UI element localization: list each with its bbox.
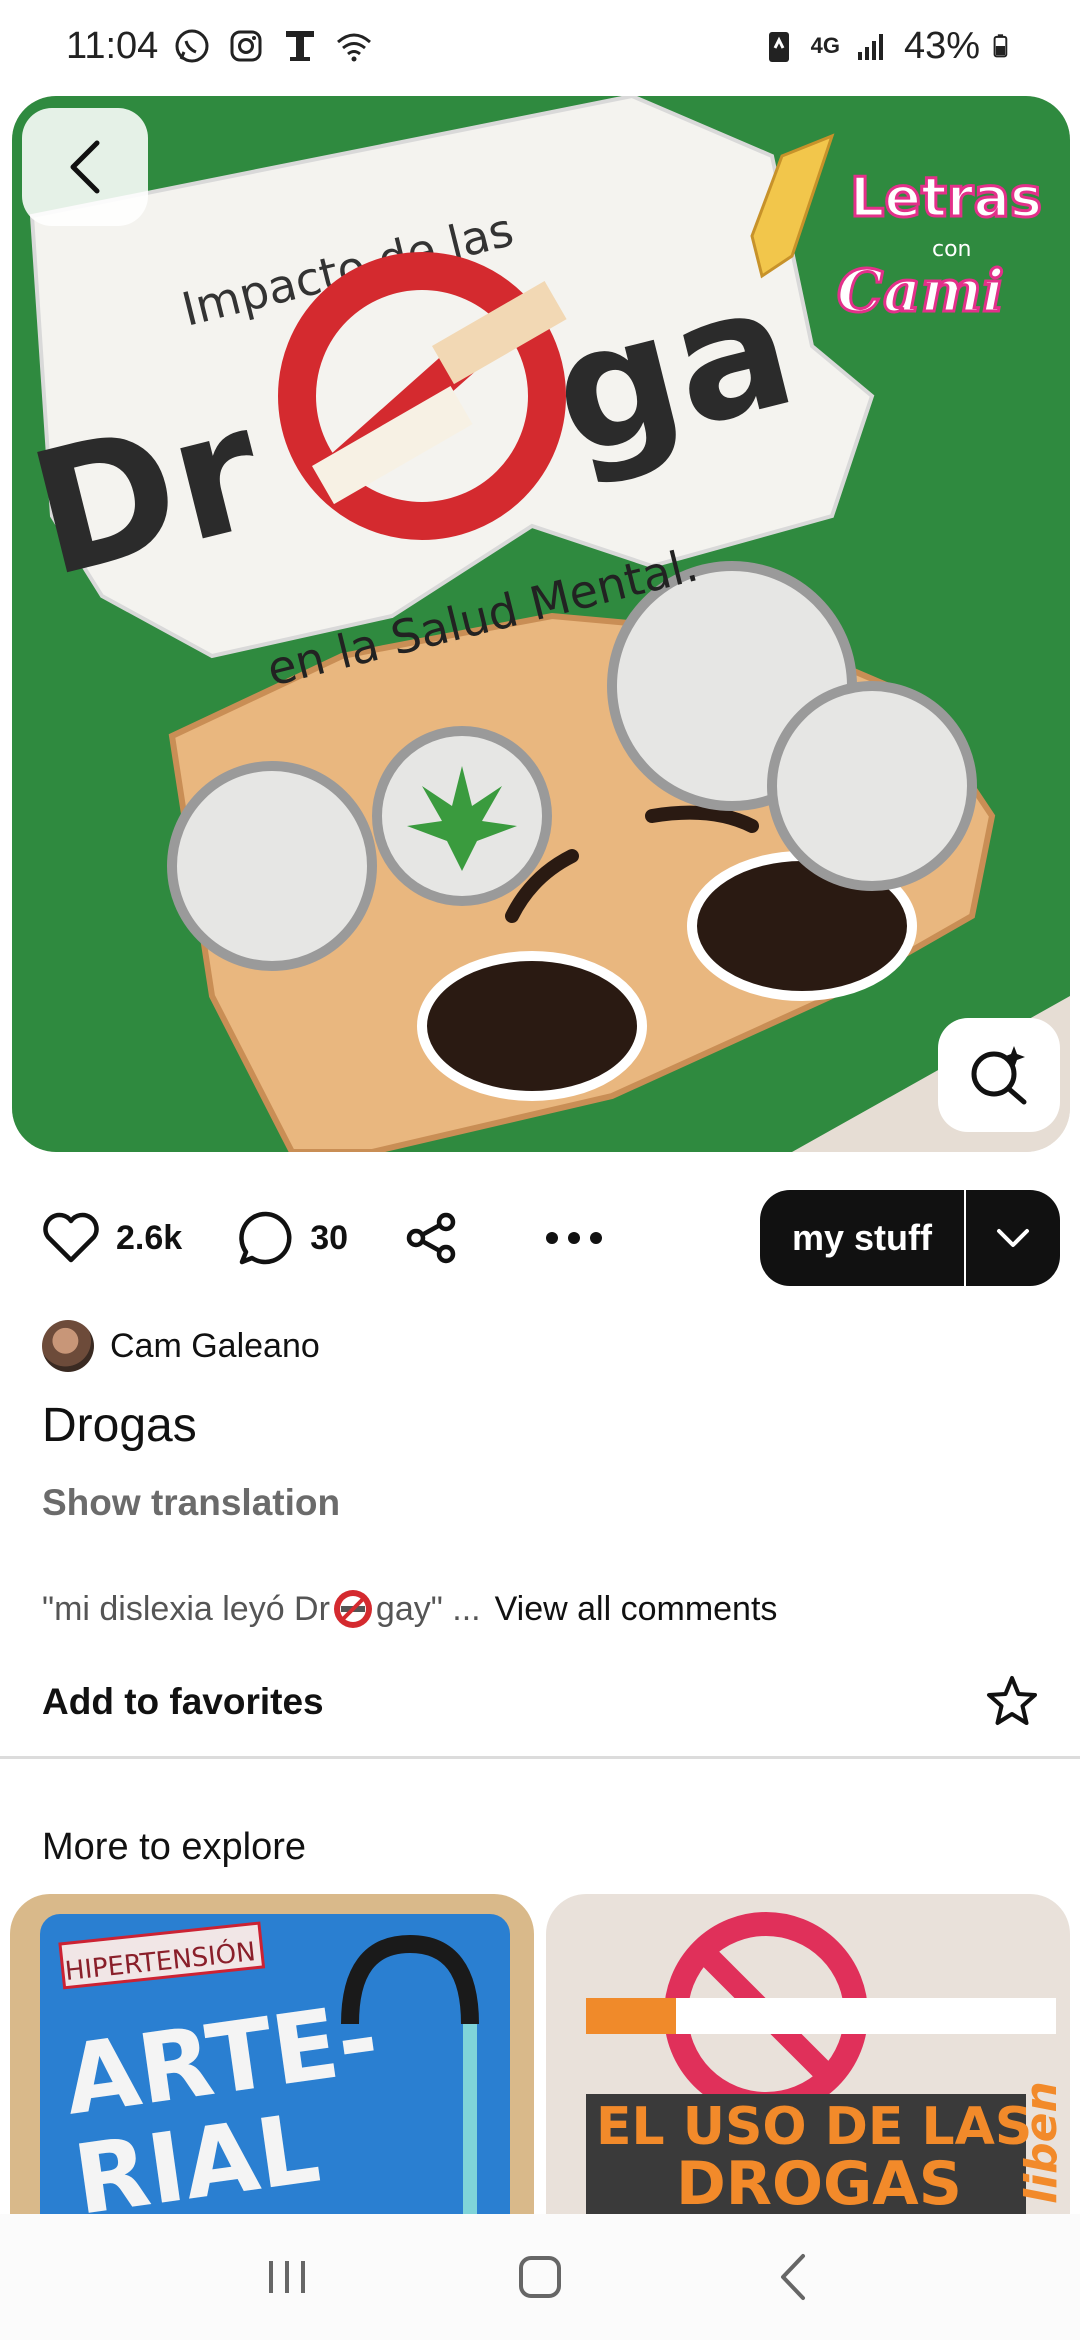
author-row[interactable]: Cam Galeano (42, 1320, 320, 1372)
system-nav-bar (0, 2214, 1080, 2340)
tile-big-text-2: DROGAS (676, 2149, 962, 2214)
explore-pin-tile[interactable]: EL USO DE LAS DROGAS liben (546, 1894, 1070, 2214)
like-count: 2.6k (116, 1218, 183, 1257)
watermark-cami: Cami (837, 257, 1004, 325)
comment-text-end: gay" ... (375, 1589, 481, 1628)
battery-percent: 43% (903, 24, 980, 67)
comment-count: 30 (310, 1218, 349, 1257)
pin-image[interactable]: Impacto de las Dr ga en la Salud Mental.… (12, 96, 1070, 1152)
board-dropdown-button[interactable] (966, 1190, 1060, 1286)
section-divider (0, 1756, 1080, 1759)
battery-icon (993, 34, 1008, 58)
recent-apps-icon (268, 2261, 305, 2293)
back-arrow-icon (781, 2254, 806, 2300)
whatsapp-icon (175, 29, 209, 63)
status-bar: 11:04 4G 43% (0, 0, 1080, 92)
comment-bubble-icon (239, 1211, 292, 1265)
author-name[interactable]: Cam Galeano (110, 1327, 320, 1366)
more-dots-icon (546, 1232, 603, 1244)
save-button-group: my stuff (760, 1190, 1060, 1286)
tile-big-text-1: EL USO DE LAS (596, 2097, 1032, 2157)
system-back-button[interactable] (758, 2242, 828, 2312)
network-type: 4G (810, 33, 840, 58)
carrier-t-icon (286, 31, 315, 61)
favorites-row[interactable]: Add to favorites (42, 1670, 1040, 1734)
add-to-favorites-label: Add to favorites (42, 1681, 324, 1722)
watermark-letras: Letras (850, 166, 1042, 229)
home-icon (518, 2256, 561, 2298)
comment-button[interactable]: 30 (238, 1210, 348, 1266)
pin-title: Drogas (42, 1399, 197, 1452)
action-row: 2.6k 30 my stuff (42, 1190, 1060, 1286)
share-button[interactable] (404, 1210, 460, 1266)
tile-artwork-drogas: EL USO DE LAS DROGAS liben (586, 1912, 1067, 2214)
share-icon (406, 1212, 456, 1264)
tile-artwork-hipertension: HIPERTENSIÓN ARTE- RIAL (40, 1914, 510, 2214)
home-button[interactable] (505, 2242, 575, 2312)
recent-apps-button[interactable] (252, 2242, 322, 2312)
heart-icon (43, 1212, 99, 1263)
clock: 11:04 (66, 24, 159, 67)
like-button[interactable]: 2.6k (42, 1212, 182, 1264)
pin-artwork: Impacto de las Dr ga en la Salud Mental.… (12, 96, 1070, 1152)
more-options-button[interactable] (544, 1230, 604, 1246)
wifi-icon (337, 33, 372, 62)
more-to-explore-heading: More to explore (42, 1826, 307, 1868)
save-to-board-button[interactable]: my stuff (760, 1190, 964, 1286)
back-button[interactable] (22, 108, 148, 226)
view-all-comments-link[interactable]: View all comments (495, 1590, 778, 1629)
avatar[interactable] (42, 1320, 94, 1372)
comment-preview[interactable]: "mi dislexia leyó Dr gay" ... View all c… (42, 1588, 777, 1630)
chevron-down-icon (997, 1229, 1029, 1247)
signal-icon (857, 34, 883, 60)
no-smoking-emoji-icon (333, 1590, 372, 1628)
tile-side-text: liben (1016, 2081, 1067, 2204)
battery-saver-icon (768, 32, 789, 62)
show-translation-link[interactable]: Show translation (42, 1482, 340, 1524)
lens-sparkle-icon (971, 1046, 1027, 1105)
visual-search-button[interactable] (938, 1018, 1060, 1132)
explore-pin-tile[interactable]: HIPERTENSIÓN ARTE- RIAL (10, 1894, 534, 2214)
instagram-icon (230, 30, 262, 62)
chevron-left-icon (70, 140, 100, 194)
comment-text-start: "mi dislexia leyó Dr (42, 1589, 330, 1628)
star-icon[interactable] (984, 1674, 1040, 1730)
